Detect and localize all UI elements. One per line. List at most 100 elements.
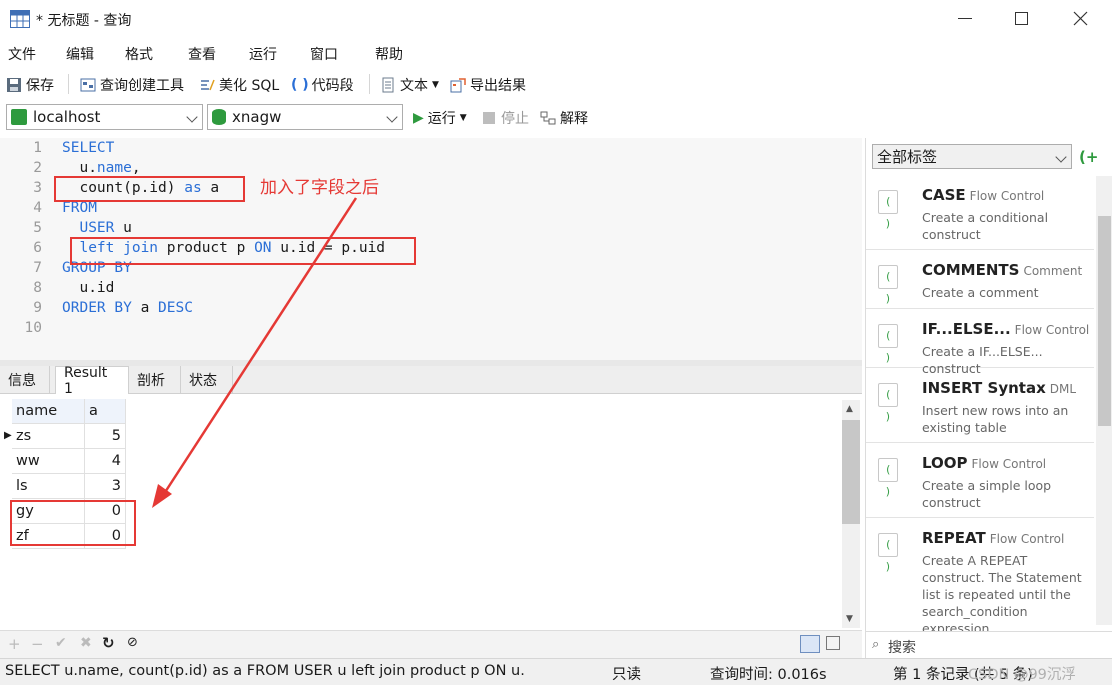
menu-help[interactable]: 帮助 bbox=[375, 44, 403, 64]
main-toolbar: 保存 查询创建工具 美化 SQL ( ) 代码段 文本 ▼ 导出结果 bbox=[0, 68, 1112, 100]
table-cell[interactable]: ls bbox=[12, 474, 85, 499]
status-bar: SELECT u.name, count(p.id) as a FROM USE… bbox=[0, 658, 1112, 685]
dropdown-caret-icon: ▼ bbox=[432, 80, 439, 90]
tab-status[interactable]: 状态 bbox=[181, 366, 233, 394]
chevron-down-icon[interactable]: ▼ bbox=[846, 614, 853, 624]
snippet-item[interactable]: ( ) REPEAT Flow Control Create A REPEAT c… bbox=[866, 519, 1094, 636]
highlight-box-count bbox=[54, 176, 245, 202]
save-button[interactable]: 保存 bbox=[6, 75, 54, 95]
snippet-desc: Create a comment bbox=[922, 285, 1039, 300]
snippet-icon: ( ) bbox=[878, 533, 898, 573]
menu-run[interactable]: 运行 bbox=[249, 44, 277, 64]
export-results-button[interactable]: 导出结果 bbox=[450, 75, 526, 95]
menu-format[interactable]: 格式 bbox=[125, 44, 153, 64]
annotation-arrow bbox=[152, 197, 358, 508]
snippet-title: LOOP Flow Control bbox=[922, 454, 1046, 472]
tag-filter-select[interactable]: 全部标签 bbox=[872, 144, 1072, 169]
vertical-scrollbar[interactable]: ▲ ▼ bbox=[842, 400, 860, 628]
line-number: 10 bbox=[24, 320, 42, 336]
grid-view-icon[interactable] bbox=[800, 635, 820, 653]
chevron-up-icon[interactable]: ▲ bbox=[846, 404, 853, 414]
export-icon bbox=[450, 78, 466, 93]
snippet-category: Comment bbox=[1023, 264, 1083, 278]
table-cell[interactable]: ww bbox=[12, 449, 85, 474]
minimize-button[interactable] bbox=[958, 18, 972, 19]
snippet-button[interactable]: ( ) 代码段 bbox=[291, 75, 354, 95]
snippet-title-text: IF...ELSE... bbox=[922, 320, 1011, 338]
maximize-button[interactable] bbox=[1015, 12, 1028, 25]
kw-desc: DESC bbox=[158, 300, 193, 316]
stop-refresh-icon[interactable]: ⊘ bbox=[127, 635, 138, 650]
line-number: 2 bbox=[33, 160, 42, 176]
menu-edit[interactable]: 编辑 bbox=[66, 44, 94, 64]
explain-button[interactable]: 解释 bbox=[540, 108, 588, 128]
snippet-item[interactable]: ( ) IF...ELSE... Flow Control Create a IF… bbox=[866, 310, 1094, 376]
toolbar-separator bbox=[68, 74, 69, 94]
query-builder-button[interactable]: 查询创建工具 bbox=[80, 75, 184, 95]
export-results-label: 导出结果 bbox=[470, 78, 526, 94]
snippet-icon: ( ) bbox=[878, 458, 898, 498]
database-select[interactable]: xnagw bbox=[207, 104, 403, 130]
add-snippet-icon[interactable]: (+ bbox=[1079, 148, 1098, 166]
chevron-down-icon bbox=[1055, 151, 1067, 163]
column-header-name[interactable]: name bbox=[12, 399, 85, 424]
line-number: 4 bbox=[33, 200, 42, 216]
table-cell[interactable]: 5 bbox=[85, 424, 126, 449]
sql-editor[interactable]: 1 2 3 4 5 6 7 8 9 10 SELECT u.name, coun… bbox=[0, 138, 862, 360]
stop-button[interactable]: 停止 bbox=[483, 108, 529, 128]
window-title: * 无标题 - 查询 bbox=[36, 13, 132, 29]
parentheses-icon: ( ) bbox=[291, 77, 309, 93]
run-button[interactable]: ▶ 运行 ▼ bbox=[413, 108, 467, 128]
search-placeholder: 搜索 bbox=[888, 640, 916, 656]
column-header-a[interactable]: a bbox=[85, 399, 126, 424]
menu-file[interactable]: 文件 bbox=[8, 44, 36, 64]
menu-window[interactable]: 窗口 bbox=[310, 44, 338, 64]
snippet-title: REPEAT Flow Control bbox=[922, 529, 1064, 547]
tab-info[interactable]: 信息 bbox=[0, 366, 50, 394]
table-cell[interactable]: 4 bbox=[85, 449, 126, 474]
run-label: 运行 bbox=[427, 111, 456, 127]
snippet-item[interactable]: ( ) INSERT Syntax DML Insert new rows int… bbox=[866, 369, 1094, 443]
text-mode-button[interactable]: 文本 ▼ bbox=[380, 75, 439, 95]
snippet-title-text: REPEAT bbox=[922, 529, 986, 547]
snippet-search[interactable]: ⌕ 搜索 bbox=[866, 631, 1112, 658]
status-query-time: 查询时间: 0.016s bbox=[710, 667, 827, 683]
add-row-icon[interactable]: + bbox=[8, 635, 21, 653]
menu-view[interactable]: 查看 bbox=[188, 44, 216, 64]
discard-icon[interactable]: ✖ bbox=[80, 635, 92, 651]
line-number: 7 bbox=[33, 260, 42, 276]
tab-result-1[interactable]: Result 1 bbox=[55, 365, 129, 397]
delete-row-icon[interactable]: − bbox=[31, 635, 44, 653]
apply-icon[interactable]: ✔ bbox=[55, 635, 67, 651]
refresh-icon[interactable]: ↻ bbox=[102, 634, 115, 652]
table-cell[interactable]: 3 bbox=[85, 474, 126, 499]
snippet-scrollbar[interactable] bbox=[1096, 176, 1112, 625]
snippet-panel: 全部标签 (+ ( ) CASE Flow Control Create a co… bbox=[865, 138, 1112, 658]
chevron-down-icon bbox=[386, 111, 398, 123]
scrollbar-thumb[interactable] bbox=[1098, 216, 1111, 426]
chevron-down-icon bbox=[186, 111, 198, 123]
snippet-item[interactable]: ( ) COMMENTS Comment Create a comment bbox=[866, 251, 1094, 309]
connection-select[interactable]: localhost bbox=[6, 104, 203, 130]
snippet-category: Flow Control bbox=[989, 532, 1065, 546]
kw-from: FROM bbox=[62, 200, 97, 216]
menu-bar: 文件 编辑 格式 查看 运行 窗口 帮助 bbox=[0, 38, 1112, 68]
close-button[interactable] bbox=[1073, 11, 1088, 26]
tab-profile[interactable]: 剖析 bbox=[129, 366, 181, 394]
database-icon bbox=[212, 109, 226, 125]
form-view-icon[interactable] bbox=[826, 636, 840, 650]
highlight-box-join bbox=[70, 237, 416, 265]
snippet-label: 代码段 bbox=[311, 78, 354, 94]
code-line-2: u.name, bbox=[62, 160, 141, 176]
line-number: 5 bbox=[33, 220, 42, 236]
snippet-item[interactable]: ( ) LOOP Flow Control Create a simple loo… bbox=[866, 444, 1094, 518]
code-line-9: ORDER BY a DESC bbox=[62, 300, 193, 316]
snippet-title: IF...ELSE... Flow Control bbox=[922, 320, 1089, 338]
grid-footer-toolbar: + − ✔ ✖ ↻ ⊘ bbox=[0, 630, 862, 658]
highlight-box-zero-rows bbox=[10, 500, 136, 546]
beautify-sql-button[interactable]: 美化 SQL bbox=[199, 75, 279, 95]
text-mode-label: 文本 bbox=[400, 78, 428, 94]
table-cell[interactable]: zs bbox=[12, 424, 85, 449]
snippet-item[interactable]: ( ) CASE Flow Control Create a conditiona… bbox=[866, 176, 1094, 250]
scrollbar-thumb[interactable] bbox=[842, 420, 860, 524]
